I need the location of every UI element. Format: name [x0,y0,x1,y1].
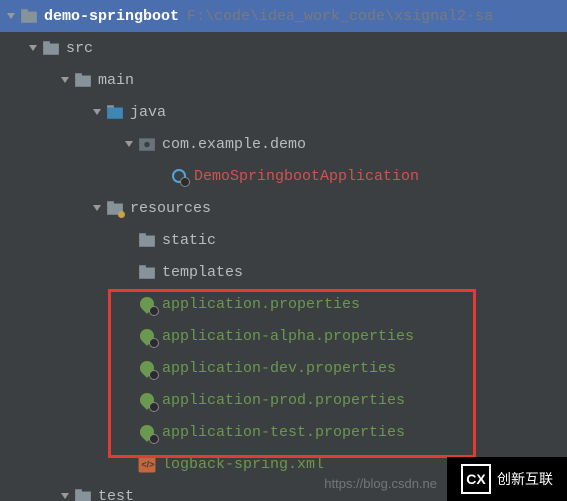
chevron-down-icon[interactable] [122,137,136,151]
tree-row-props[interactable]: application-alpha.properties [0,320,567,352]
tree-row-resources[interactable]: resources [0,192,567,224]
tree-row-package[interactable]: com.example.demo [0,128,567,160]
chevron-down-icon[interactable] [26,41,40,55]
spring-properties-icon [138,359,156,377]
spacer [122,393,136,407]
tree-label: main [98,72,134,89]
spacer [122,297,136,311]
chevron-down-icon[interactable] [90,201,104,215]
tree-label: src [66,40,93,57]
brand-mark: CX [461,464,491,494]
tree-label: application-dev.properties [162,360,396,377]
tree-row-root[interactable]: demo-springboot F:\code\idea_work_code\x… [0,0,567,32]
spring-boot-class-icon [170,167,188,185]
tree-label: application-prod.properties [162,392,405,409]
source-folder-icon [106,103,124,121]
tree-row-props[interactable]: application-prod.properties [0,384,567,416]
tree-label: java [130,104,166,121]
tree-label: resources [130,200,211,217]
tree-label: DemoSpringbootApplication [194,168,419,185]
module-folder-icon [20,7,38,25]
spacer [122,329,136,343]
tree-label: static [162,232,216,249]
tree-label: application.properties [162,296,360,313]
spring-properties-icon [138,391,156,409]
tree-label: com.example.demo [162,136,306,153]
spacer [122,457,136,471]
brand-logo: CX 创新互联 [447,457,567,501]
spacer [122,425,136,439]
spring-properties-icon [138,327,156,345]
folder-icon [42,39,60,57]
tree-label: test [98,488,134,501]
tree-row-main[interactable]: main [0,64,567,96]
tree-row-src[interactable]: src [0,32,567,64]
spring-properties-icon [138,423,156,441]
resources-folder-icon [106,199,124,217]
chevron-down-icon[interactable] [58,73,72,87]
spacer [154,169,168,183]
spacer [122,361,136,375]
xml-file-icon: </> [138,455,156,473]
tree-row-props[interactable]: application-test.properties [0,416,567,448]
package-icon [138,135,156,153]
tree-label: templates [162,264,243,281]
chevron-down-icon[interactable] [58,489,72,501]
brand-text: 创新互联 [497,469,553,489]
project-name: demo-springboot [44,8,179,25]
spacer [122,265,136,279]
tree-row-static[interactable]: static [0,224,567,256]
tree-row-java[interactable]: java [0,96,567,128]
tree-label: logback-spring.xml [162,456,324,473]
tree-row-props[interactable]: application-dev.properties [0,352,567,384]
chevron-down-icon[interactable] [4,9,18,23]
watermark-text: https://blog.csdn.ne [324,476,437,491]
project-path: F:\code\idea_work_code\xsignal2-sa [187,8,493,25]
tree-row-props[interactable]: application.properties [0,288,567,320]
spacer [122,233,136,247]
folder-icon [74,487,92,501]
svg-text:</>: </> [141,459,154,469]
folder-icon [74,71,92,89]
tree-row-main-class[interactable]: DemoSpringbootApplication [0,160,567,192]
folder-icon [138,231,156,249]
tree-row-templates[interactable]: templates [0,256,567,288]
spring-properties-icon [138,295,156,313]
tree-label: application-test.properties [162,424,405,441]
folder-icon [138,263,156,281]
chevron-down-icon[interactable] [90,105,104,119]
tree-label: application-alpha.properties [162,328,414,345]
